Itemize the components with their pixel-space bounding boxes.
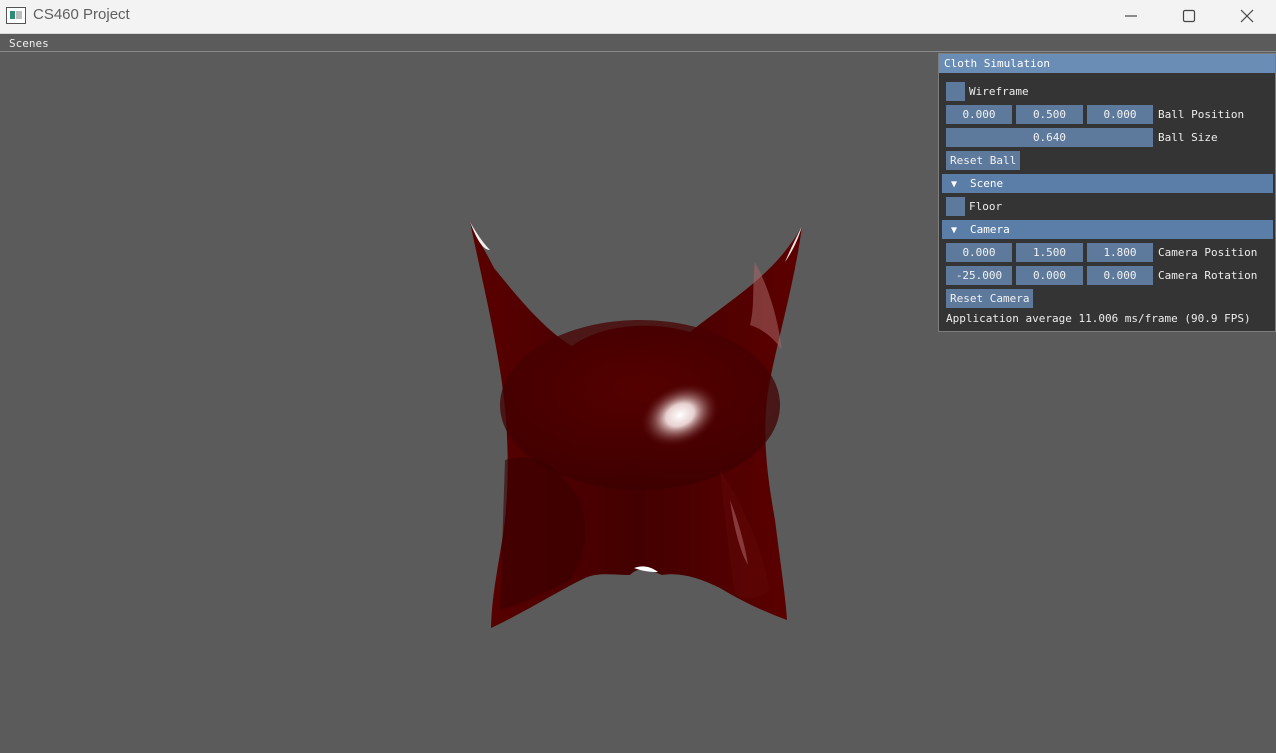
camera-header-label: Camera [970, 223, 1010, 236]
ball-position-y-field[interactable]: 0.500 [1016, 105, 1083, 124]
wireframe-row: Wireframe [946, 82, 1146, 101]
camera-position-row: 0.000 1.500 1.800 Camera Position [946, 243, 1271, 262]
reset-ball-button[interactable]: Reset Ball [946, 151, 1021, 170]
ball-size-slider[interactable]: 0.640 [946, 128, 1153, 147]
camera-rotation-x-field[interactable]: -25.000 [946, 266, 1012, 285]
floor-row: Floor [946, 197, 1146, 216]
camera-rotation-row: -25.000 0.000 0.000 Camera Rotation [946, 266, 1271, 285]
reset-camera-row: Reset Camera [946, 289, 1146, 308]
maximize-button[interactable] [1160, 0, 1218, 32]
title-bar: CS460 Project [0, 0, 1276, 34]
ball-position-label: Ball Position [1158, 108, 1245, 121]
app-icon [6, 7, 26, 24]
panel-title[interactable]: Cloth Simulation [939, 54, 1275, 73]
fps-readout: Application average 11.006 ms/frame (90.… [946, 312, 1251, 325]
chevron-down-icon: ▼ [951, 179, 958, 190]
camera-position-label: Camera Position [1158, 246, 1258, 259]
cloth-simulation-panel: Cloth Simulation Wireframe 0.000 0.500 0… [938, 53, 1276, 332]
menu-bar: Scenes [0, 35, 1276, 52]
scene-header[interactable]: ▼ Scene [942, 174, 1273, 193]
ball-position-row: 0.000 0.500 0.000 Ball Position [946, 105, 1271, 124]
camera-position-z-field[interactable]: 1.800 [1087, 243, 1153, 262]
ball-position-x-field[interactable]: 0.000 [946, 105, 1012, 124]
window-title: CS460 Project [33, 6, 130, 23]
wireframe-checkbox[interactable] [946, 82, 965, 101]
close-button[interactable] [1218, 0, 1276, 32]
minimize-button[interactable] [1102, 0, 1160, 32]
scene-header-label: Scene [970, 177, 1004, 190]
camera-header[interactable]: ▼ Camera [942, 220, 1273, 239]
ball-size-row: 0.640 Ball Size [946, 128, 1271, 147]
maximize-icon [1182, 9, 1196, 23]
camera-position-x-field[interactable]: 0.000 [946, 243, 1012, 262]
camera-rotation-z-field[interactable]: 0.000 [1087, 266, 1153, 285]
close-icon [1240, 9, 1254, 23]
wireframe-label: Wireframe [969, 85, 1029, 98]
ball-size-label: Ball Size [1158, 131, 1218, 144]
camera-rotation-y-field[interactable]: 0.000 [1016, 266, 1083, 285]
ball-position-z-field[interactable]: 0.000 [1087, 105, 1153, 124]
camera-rotation-label: Camera Rotation [1158, 269, 1258, 282]
floor-label: Floor [969, 200, 1003, 213]
chevron-down-icon: ▼ [951, 225, 958, 236]
menu-scenes[interactable]: Scenes [9, 37, 49, 50]
reset-camera-button[interactable]: Reset Camera [946, 289, 1034, 308]
minimize-icon [1125, 15, 1137, 17]
camera-position-y-field[interactable]: 1.500 [1016, 243, 1083, 262]
floor-checkbox[interactable] [946, 197, 965, 216]
reset-ball-row: Reset Ball [946, 151, 1146, 170]
